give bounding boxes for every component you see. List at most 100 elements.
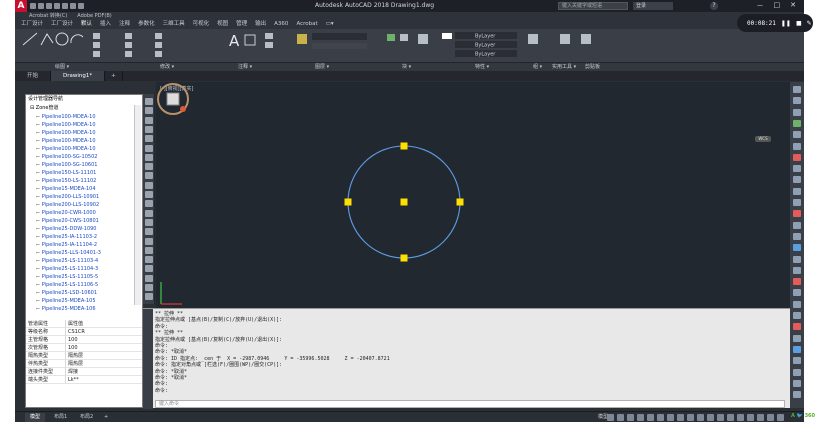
undo-icon[interactable] [70, 3, 76, 9]
nav-tool-icon[interactable] [793, 255, 801, 263]
scale-icon[interactable] [125, 51, 132, 57]
leader-icon[interactable] [265, 33, 273, 39]
tree-item-pipeline[interactable]: ⌐ Pipeline25-IA-11104-2 [36, 241, 97, 249]
toolbar-tool-icon[interactable] [145, 135, 153, 143]
panel-annotate[interactable]: 注释 ▾ [238, 63, 252, 71]
nav-tool-icon[interactable] [793, 289, 801, 297]
tab-insert[interactable]: 插入 [100, 20, 111, 29]
tree-item-pipeline[interactable]: ⌐ Pipeline200-LLS-10901 [36, 193, 99, 201]
tree-item-pipeline[interactable]: ⌐ Pipeline25-IA-11103-2 [36, 233, 97, 241]
toolbar-tool-icon[interactable] [145, 107, 153, 115]
toolbar-tool-icon[interactable] [145, 218, 153, 226]
new-tab-button[interactable]: + [105, 71, 123, 81]
tree-item-pipeline[interactable]: ⌐ Pipeline25-LS-11103-4 [36, 257, 98, 265]
property-row[interactable]: 连接件类型 焊接 [26, 368, 142, 376]
tree-item-pipeline[interactable]: ⌐ Pipeline15-MDEA-104 [36, 185, 96, 193]
command-input[interactable]: 键入命令 [155, 400, 785, 408]
match-properties-icon[interactable] [418, 34, 428, 44]
toolbar-tool-icon[interactable] [145, 172, 153, 180]
property-row[interactable]: 管道属性 属性值 [26, 320, 142, 328]
panel-properties[interactable]: 特性 ▾ [475, 63, 489, 71]
tree-item-pipeline[interactable]: ⌐ Pipeline100-MDEA-10 [36, 145, 96, 153]
status-toggle-icon[interactable] [757, 414, 764, 421]
circle-tool-icon[interactable] [55, 32, 69, 46]
nav-tool-icon[interactable] [793, 232, 801, 240]
arc-tool-icon[interactable] [70, 34, 84, 44]
nav-tool-icon[interactable] [793, 142, 801, 150]
color-swatch[interactable] [442, 33, 452, 39]
help-icon[interactable]: ? [710, 2, 718, 10]
nav-tool-icon[interactable] [793, 278, 801, 286]
edit-icon[interactable]: ✎ [807, 20, 812, 27]
tree-item-pipeline[interactable]: ⌐ Pipeline150-LS-11101 [36, 169, 96, 177]
tree-root[interactable]: ⊟ Zone管道 [30, 104, 59, 112]
mirror-icon[interactable] [125, 42, 132, 48]
status-toggle-icon[interactable] [667, 414, 674, 421]
nav-tool-icon[interactable] [793, 266, 801, 274]
tab-acrobat[interactable]: Acrobat [296, 20, 317, 29]
nav-tool-icon[interactable] [793, 357, 801, 365]
nav-tool-icon[interactable] [793, 334, 801, 342]
tree-item-pipeline[interactable]: ⌐ Pipeline25-LSD-10601 [36, 289, 97, 297]
tree-item-pipeline[interactable]: ⌐ Pipeline25-LS-11106-5 [36, 281, 98, 289]
property-row[interactable]: 端头类型 Lk** [26, 376, 142, 384]
tree-item-pipeline[interactable]: ⌐ Pipeline100-SG-10601 [36, 161, 97, 169]
nav-tool-icon[interactable] [793, 391, 801, 399]
grip-center[interactable] [400, 198, 408, 206]
toolbar-tool-icon[interactable] [145, 274, 153, 282]
nav-tool-icon[interactable] [793, 199, 801, 206]
toolbar-tool-icon[interactable] [145, 125, 153, 133]
array-icon[interactable] [155, 51, 162, 57]
toolbar-tool-icon[interactable] [145, 153, 153, 161]
layer-properties-icon[interactable] [297, 34, 307, 44]
open-icon[interactable] [38, 3, 44, 9]
tab-layout1[interactable]: 布局1 [49, 413, 72, 422]
nav-tool-icon[interactable] [793, 86, 801, 93]
nav-tool-icon[interactable] [793, 379, 801, 387]
toolbar-tool-icon[interactable] [145, 228, 153, 236]
status-toggle-icon[interactable] [687, 414, 694, 421]
measure-icon[interactable] [560, 34, 570, 44]
panel-utilities[interactable]: 实用工具 ▾ [552, 63, 576, 71]
save-as-icon[interactable] [54, 3, 60, 9]
nav-tool-icon[interactable] [793, 323, 801, 331]
toolbar-tool-icon[interactable] [145, 284, 153, 291]
addin-tab[interactable]: Adobe PDF(B) [77, 12, 111, 20]
status-toggle-icon[interactable] [677, 414, 684, 421]
fillet-icon[interactable] [155, 42, 162, 48]
insert-block-icon[interactable] [387, 34, 395, 41]
toolbar-tool-icon[interactable] [145, 246, 153, 254]
nav-tool-icon[interactable] [793, 210, 801, 218]
tree-item-pipeline[interactable]: ⌐ Pipeline25-DDW-1090 [36, 225, 97, 233]
panel-layers[interactable]: 图层 ▾ [315, 63, 329, 71]
grip-right[interactable] [456, 198, 464, 206]
stretch-icon[interactable] [93, 51, 100, 57]
command-window-handle[interactable] [143, 309, 153, 409]
close-button[interactable]: ✕ [790, 1, 796, 11]
sign-in-button[interactable]: 登录 [633, 2, 673, 10]
tab-view[interactable]: 视图 [217, 20, 228, 29]
tab-output[interactable]: 输出 [255, 20, 266, 29]
status-toggle-icon[interactable] [607, 414, 614, 421]
copy-icon[interactable] [93, 42, 100, 48]
toolbar-tool-icon[interactable] [145, 293, 153, 301]
status-toggle-icon[interactable] [767, 414, 774, 421]
status-toggle-icon[interactable] [747, 414, 754, 421]
group-icon[interactable] [528, 34, 538, 44]
new-layout-button[interactable]: + [99, 413, 113, 422]
tree-item-pipeline[interactable]: ⌐ Pipeline20-CWS-10801 [36, 217, 99, 225]
new-icon[interactable] [30, 3, 36, 9]
pause-icon[interactable]: ❚❚ [781, 20, 791, 27]
toolbar-tool-icon[interactable] [145, 191, 153, 198]
tab-default[interactable]: 默认 [81, 20, 92, 29]
toolbar-tool-icon[interactable] [145, 116, 153, 124]
grip-top[interactable] [400, 142, 408, 150]
tree-item-pipeline[interactable]: ⌐ Pipeline25-MDEA-105 [36, 297, 96, 305]
nav-tool-icon[interactable] [793, 176, 801, 184]
create-block-icon[interactable] [400, 34, 408, 41]
trim-icon[interactable] [155, 33, 162, 39]
status-toggle-icon[interactable] [637, 414, 644, 421]
toolbar-tool-icon[interactable] [145, 237, 153, 245]
viewcube[interactable] [156, 82, 190, 116]
redo-icon[interactable] [78, 3, 84, 9]
